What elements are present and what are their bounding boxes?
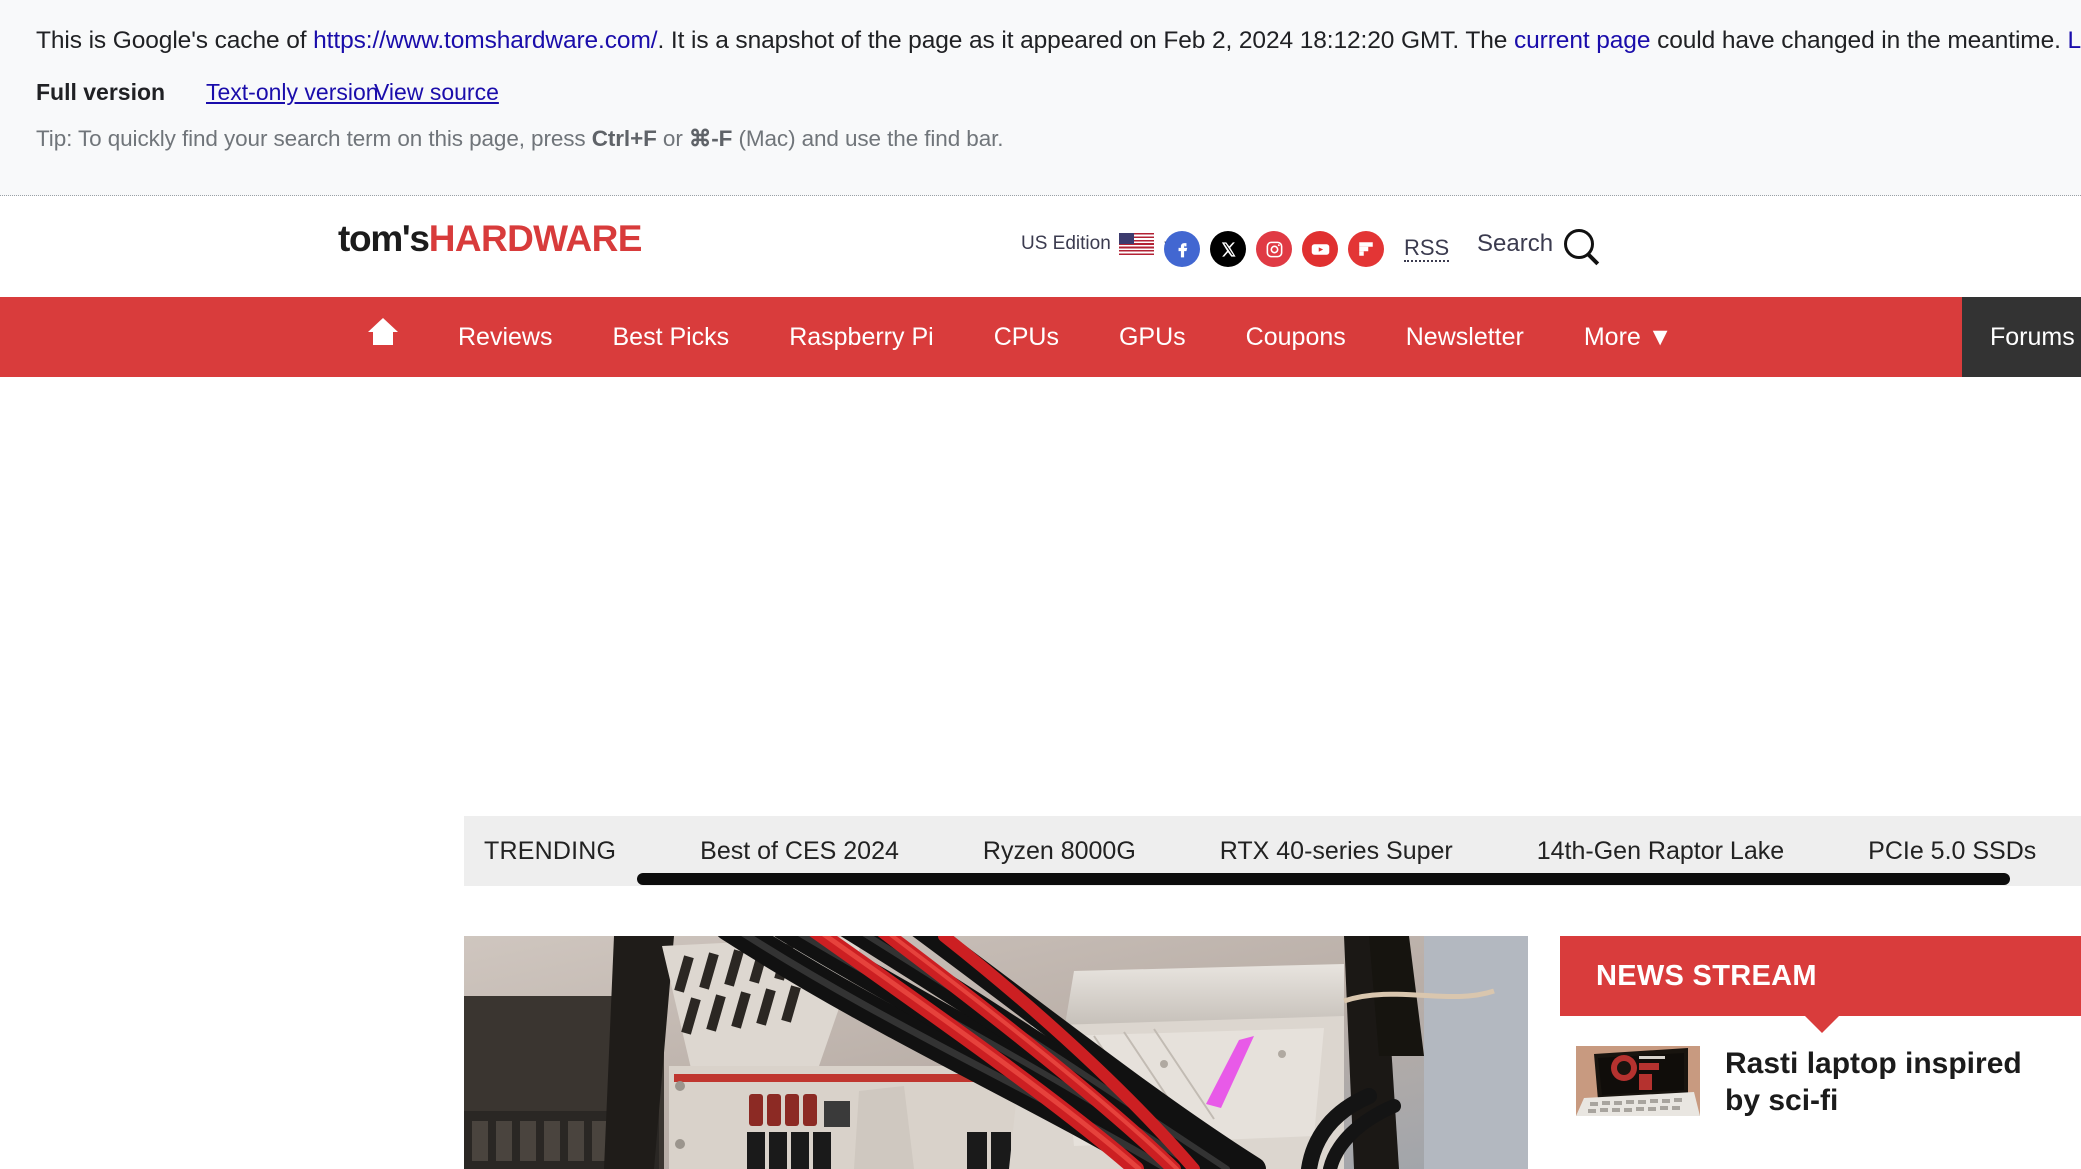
search-icon [1564,229,1595,259]
nav-item-gpus[interactable]: GPUs [1089,297,1216,377]
site-header: tom'sHARDWARE US Edition ▼ RSS Search [0,197,2081,492]
rss-link[interactable]: RSS [1404,235,1450,263]
nav-item-raspberry-pi[interactable]: Raspberry Pi [759,297,964,377]
trending-item-best-of-ces[interactable]: Best of CES 2024 [616,837,899,866]
news-stream-item[interactable]: Rasti laptop inspired by sci-fi [1576,1046,2055,1119]
main-navigation: Reviews Best Picks Raspberry Pi CPUs GPU… [0,297,2081,377]
nav-item-home[interactable] [338,297,428,377]
trending-item-pcie-5-ssds[interactable]: PCIe 5.0 SSDs [1784,837,2036,866]
cache-description: This is Google's cache of https://www.to… [36,26,2081,57]
text-only-version-link[interactable]: Text-only version [206,79,379,106]
edition-label: US Edition [1021,233,1111,254]
nav-item-reviews[interactable]: Reviews [428,297,582,377]
cache-version-links: Full version Text-only versionView source [36,79,2081,106]
nav-item-best-picks[interactable]: Best Picks [582,297,759,377]
cache-tip: Tip: To quickly find your search term on… [36,126,2081,152]
facebook-icon[interactable] [1164,231,1200,267]
logo-toms-text: tom's [338,218,430,259]
news-item-headline[interactable]: Rasti laptop inspired by sci-fi [1725,1046,2055,1119]
social-links: RSS [1164,231,1450,267]
trending-scrollbar-thumb[interactable] [637,873,2010,885]
trending-item-rtx-40-series[interactable]: RTX 40-series Super [1136,837,1453,866]
news-item-thumbnail [1576,1046,1700,1116]
nav-item-coupons[interactable]: Coupons [1216,297,1376,377]
edition-selector[interactable]: US Edition ▼ [1021,233,1175,255]
flipboard-icon[interactable] [1348,231,1384,267]
news-stream-panel: NEWS STREAM Rasti laptop inspired by sci… [1560,936,2081,1169]
nav-item-cpus[interactable]: CPUs [964,297,1089,377]
google-cache-banner: This is Google's cache of https://www.to… [0,0,2081,196]
news-stream-header: NEWS STREAM [1560,936,2081,1033]
learn-more-link[interactable]: Learn more. [2068,27,2081,54]
cached-url-link[interactable]: https://www.tomshardware.com/ [313,27,657,54]
nav-item-newsletter[interactable]: Newsletter [1376,297,1554,377]
news-stream-notch [1805,1016,1839,1033]
nav-items-container: Reviews Best Picks Raspberry Pi CPUs GPU… [338,297,1703,377]
tip-suffix: (Mac) and use the find bar. [732,125,1004,151]
logo-hardware-text: HARDWARE [428,218,643,259]
instagram-icon[interactable] [1256,231,1292,267]
cache-after-text: could have changed in the meantime. [1650,27,2068,54]
search-label: Search [1477,230,1554,257]
trending-label: TRENDING [484,836,617,865]
news-stream-title: NEWS STREAM [1596,960,1817,992]
view-source-link[interactable]: View source [374,79,499,106]
x-twitter-icon[interactable] [1210,231,1246,267]
tip-key-cmd-f: ⌘-F [688,125,733,151]
full-version-label: Full version [36,78,166,105]
home-icon [368,318,398,345]
youtube-icon[interactable] [1302,231,1338,267]
search-button[interactable]: Search [1477,229,1595,259]
tip-prefix: Tip: To quickly find your search term on… [36,125,592,151]
current-page-link[interactable]: current page [1514,27,1650,54]
tip-key-ctrl-f: Ctrl+F [591,125,657,151]
tip-or: or [656,125,689,151]
advertisement-slot [0,377,2081,816]
cache-middle-text: . It is a snapshot of the page as it app… [657,27,1514,54]
cache-intro-text: This is Google's cache of [36,27,314,54]
nav-item-forums[interactable]: Forums [1962,297,2081,377]
trending-item-ryzen-8000g[interactable]: Ryzen 8000G [899,837,1136,866]
pc-build-photo [464,936,1528,1169]
trending-item-raptor-lake[interactable]: 14th-Gen Raptor Lake [1453,837,1784,866]
nav-item-more[interactable]: More ▼ [1554,297,1703,377]
site-logo[interactable]: tom'sHARDWARE [338,218,642,260]
featured-article-image[interactable] [464,936,1528,1169]
us-flag-icon [1118,233,1154,255]
